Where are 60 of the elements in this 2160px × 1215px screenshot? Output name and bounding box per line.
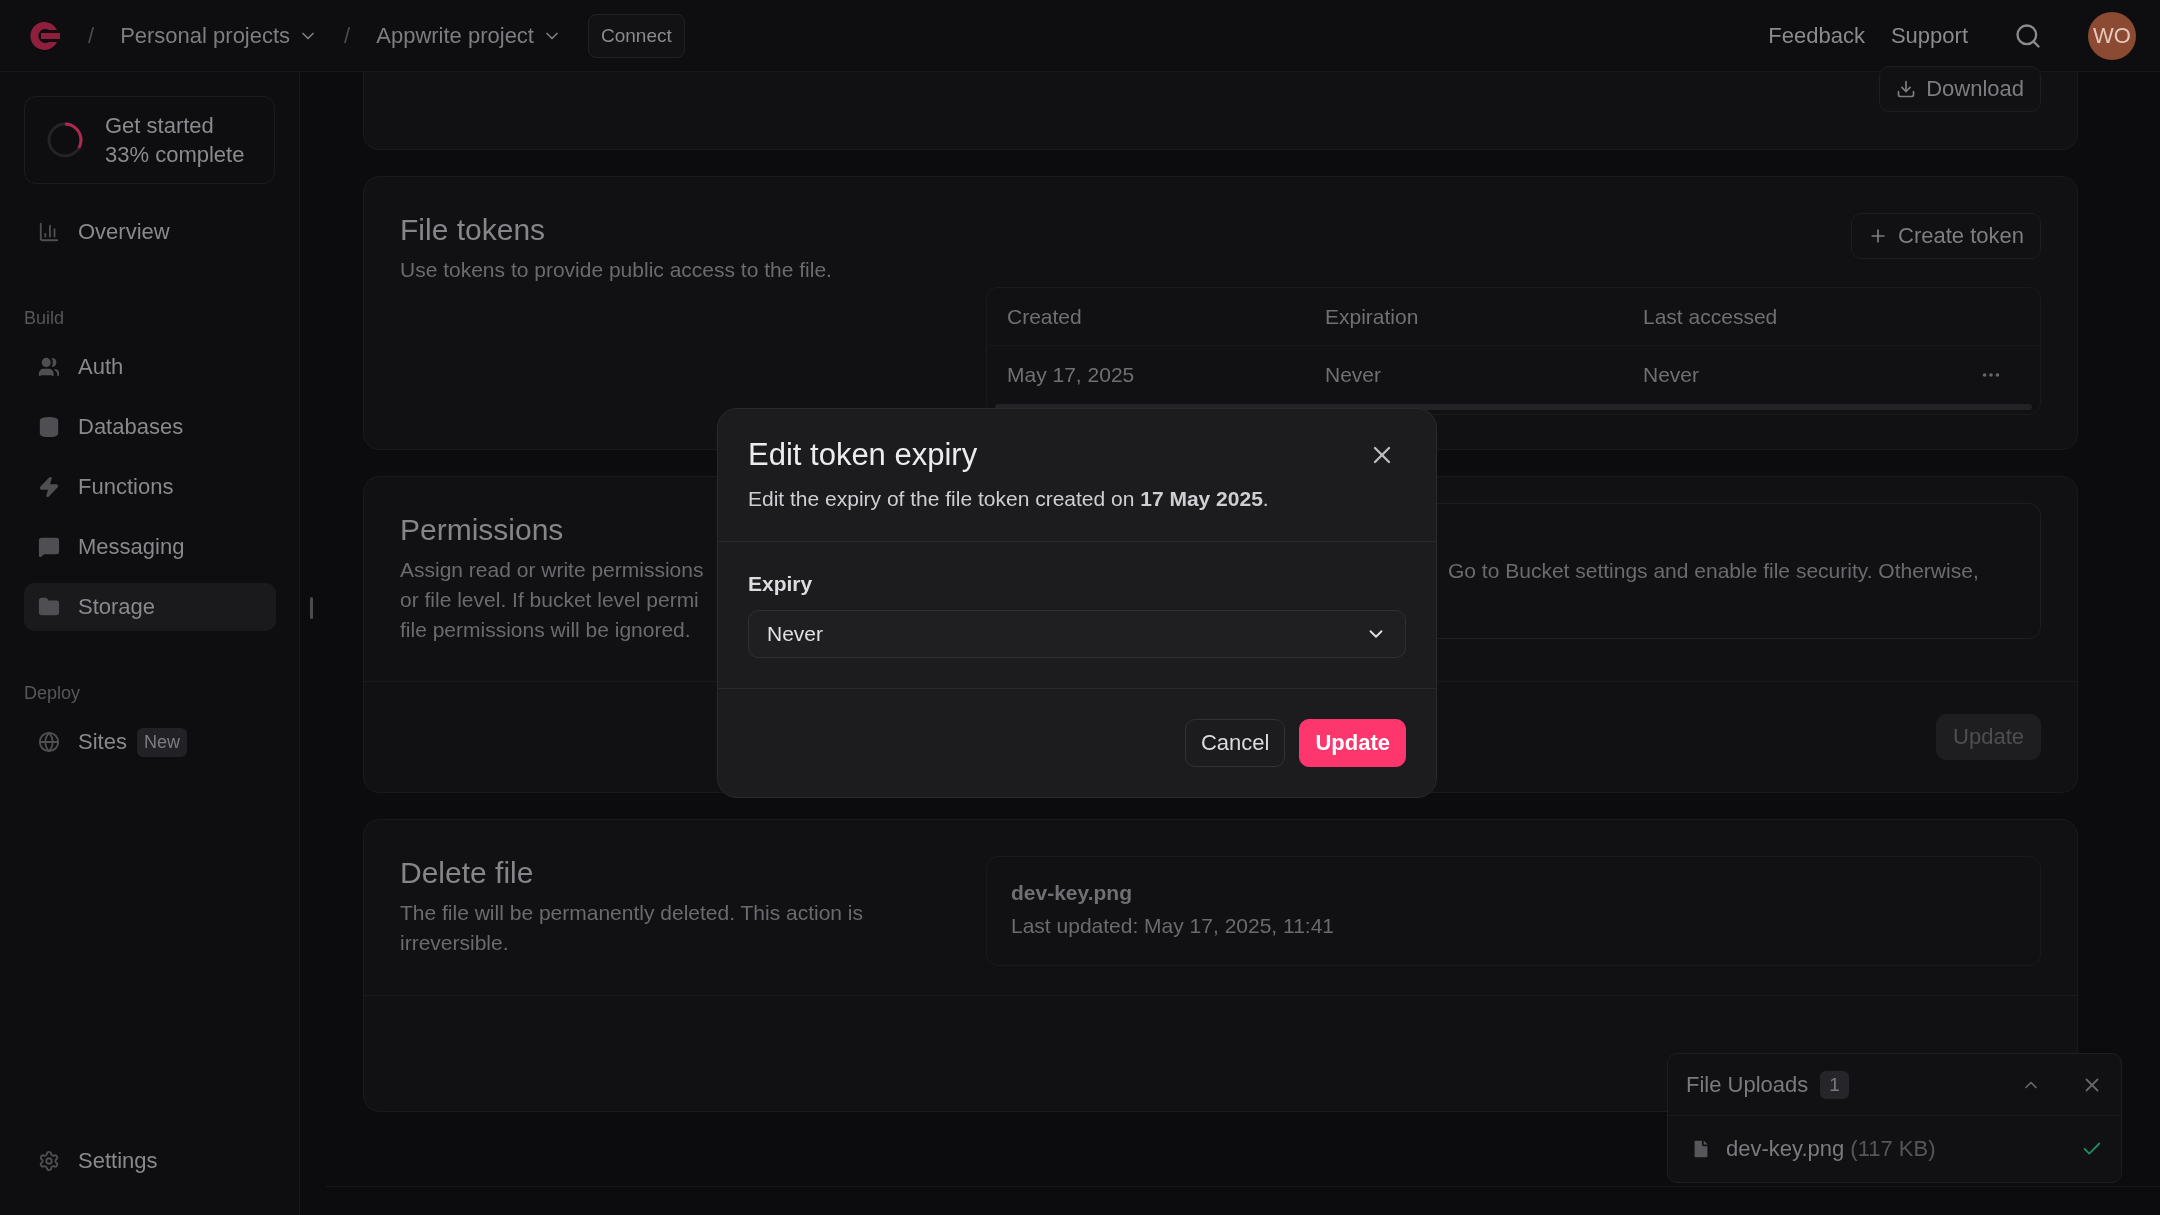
search-icon[interactable] bbox=[2014, 21, 2042, 50]
chart-icon bbox=[38, 221, 60, 243]
progress-ring bbox=[45, 120, 85, 160]
sidebar-item[interactable]: Messaging bbox=[24, 523, 276, 571]
lightning-icon bbox=[38, 476, 60, 498]
sidebar-item[interactable]: Overview bbox=[24, 208, 276, 256]
download-icon bbox=[1896, 79, 1917, 99]
file-name: dev-key.png bbox=[1011, 881, 1133, 905]
cancel-button[interactable]: Cancel bbox=[1184, 719, 1286, 767]
table-cell-text: Never bbox=[1325, 363, 1383, 387]
section-title: Permissions bbox=[400, 513, 565, 547]
new-badge: New bbox=[136, 727, 187, 757]
nav-link[interactable]: Support bbox=[1890, 22, 1968, 49]
dialog-description: Edit the expiry of the file token created on 17 May 2025. bbox=[748, 487, 1270, 511]
breadcrumb-dropdown[interactable]: Personal projects bbox=[120, 22, 319, 49]
section-description: Assign read or write permissions or file level. If bucket level permi file permissions will be ignored. bbox=[400, 557, 705, 643]
settings-icon bbox=[38, 1150, 60, 1172]
file-name: dev-key.png (117 KB) bbox=[1726, 1136, 1936, 1162]
file-updated: Last updated: May 17, 2025, 11:41 bbox=[1011, 913, 1336, 939]
section-description: Use tokens to provide public access to the file. bbox=[400, 257, 832, 283]
resize-handle[interactable] bbox=[310, 597, 313, 619]
progress-subtitle: 33% complete bbox=[105, 141, 245, 169]
column-header: Created bbox=[1007, 304, 1083, 329]
field-label: Expiry bbox=[748, 572, 814, 596]
create-token-button[interactable]: Create token bbox=[1851, 213, 2041, 259]
users-icon bbox=[38, 356, 60, 378]
count-badge: 1 bbox=[1820, 1070, 1849, 1099]
sidebar-item[interactable]: Settings bbox=[24, 1137, 276, 1185]
folder-icon bbox=[38, 596, 60, 618]
sidebar-item[interactable]: Auth bbox=[24, 343, 276, 391]
section-heading: Deploy bbox=[24, 683, 82, 704]
notice-text: Go to Bucket settings and enable file security. Otherwise, bbox=[1448, 559, 1979, 583]
nav-link[interactable]: Feedback bbox=[1768, 22, 1865, 49]
section-title: Delete file bbox=[400, 856, 535, 890]
update-button[interactable]: Update bbox=[1299, 719, 1406, 767]
connect-button[interactable]: Connect bbox=[588, 13, 685, 58]
breadcrumb-separator: / bbox=[344, 22, 351, 49]
progress-title: Get started bbox=[105, 112, 215, 140]
sidebar-item[interactable]: Databases bbox=[24, 403, 276, 451]
expiry-select[interactable]: Never bbox=[748, 610, 1406, 658]
section-title: File tokens bbox=[400, 213, 547, 247]
table-cell-text: Never bbox=[1643, 363, 1701, 387]
dialog-title: Edit token expiry bbox=[748, 437, 978, 473]
column-header: Last accessed bbox=[1643, 304, 1779, 329]
panel-title: File Uploads bbox=[1686, 1071, 1809, 1098]
sidebar-item[interactable]: Storage bbox=[24, 583, 276, 631]
progress-card[interactable]: Get started 33% complete bbox=[24, 96, 275, 184]
column-header: Expiration bbox=[1325, 304, 1420, 329]
download-button[interactable]: Download bbox=[1879, 66, 2041, 112]
database-icon bbox=[38, 416, 60, 438]
table-cell-text: May 17, 2025 bbox=[1007, 363, 1136, 387]
sidebar-item[interactable]: Sites New bbox=[24, 718, 276, 766]
message-icon bbox=[38, 536, 60, 558]
section-heading: Build bbox=[24, 308, 66, 329]
sidebar-item[interactable]: Functions bbox=[24, 463, 276, 511]
section-description: The file will be permanently deleted. This action is irreversible. bbox=[400, 900, 864, 956]
breadcrumb-dropdown[interactable]: Appwrite project bbox=[376, 22, 562, 49]
breadcrumb-separator: / bbox=[88, 22, 95, 49]
globe-icon bbox=[38, 731, 60, 753]
avatar[interactable]: WO bbox=[2088, 11, 2136, 60]
